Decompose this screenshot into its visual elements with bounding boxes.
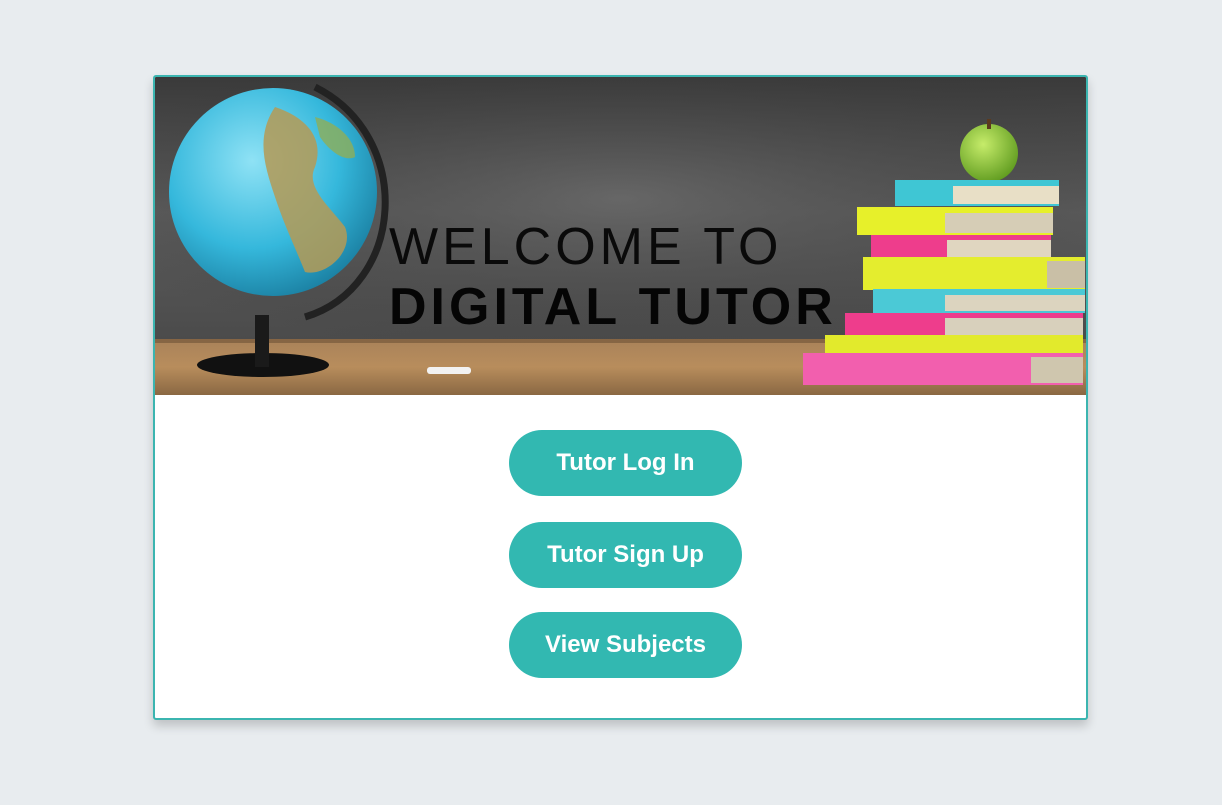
- hero-banner: WELCOME TO DIGITAL TUTOR: [155, 77, 1086, 395]
- tutor-signup-button[interactable]: Tutor Sign Up: [509, 522, 742, 588]
- view-subjects-button[interactable]: View Subjects: [509, 612, 742, 678]
- welcome-heading-line1: WELCOME TO: [389, 218, 783, 276]
- welcome-card: WELCOME TO DIGITAL TUTOR Tutor Log In Tu…: [153, 75, 1088, 720]
- welcome-heading-line2: DIGITAL TUTOR: [389, 278, 837, 336]
- tutor-login-button[interactable]: Tutor Log In: [509, 430, 742, 496]
